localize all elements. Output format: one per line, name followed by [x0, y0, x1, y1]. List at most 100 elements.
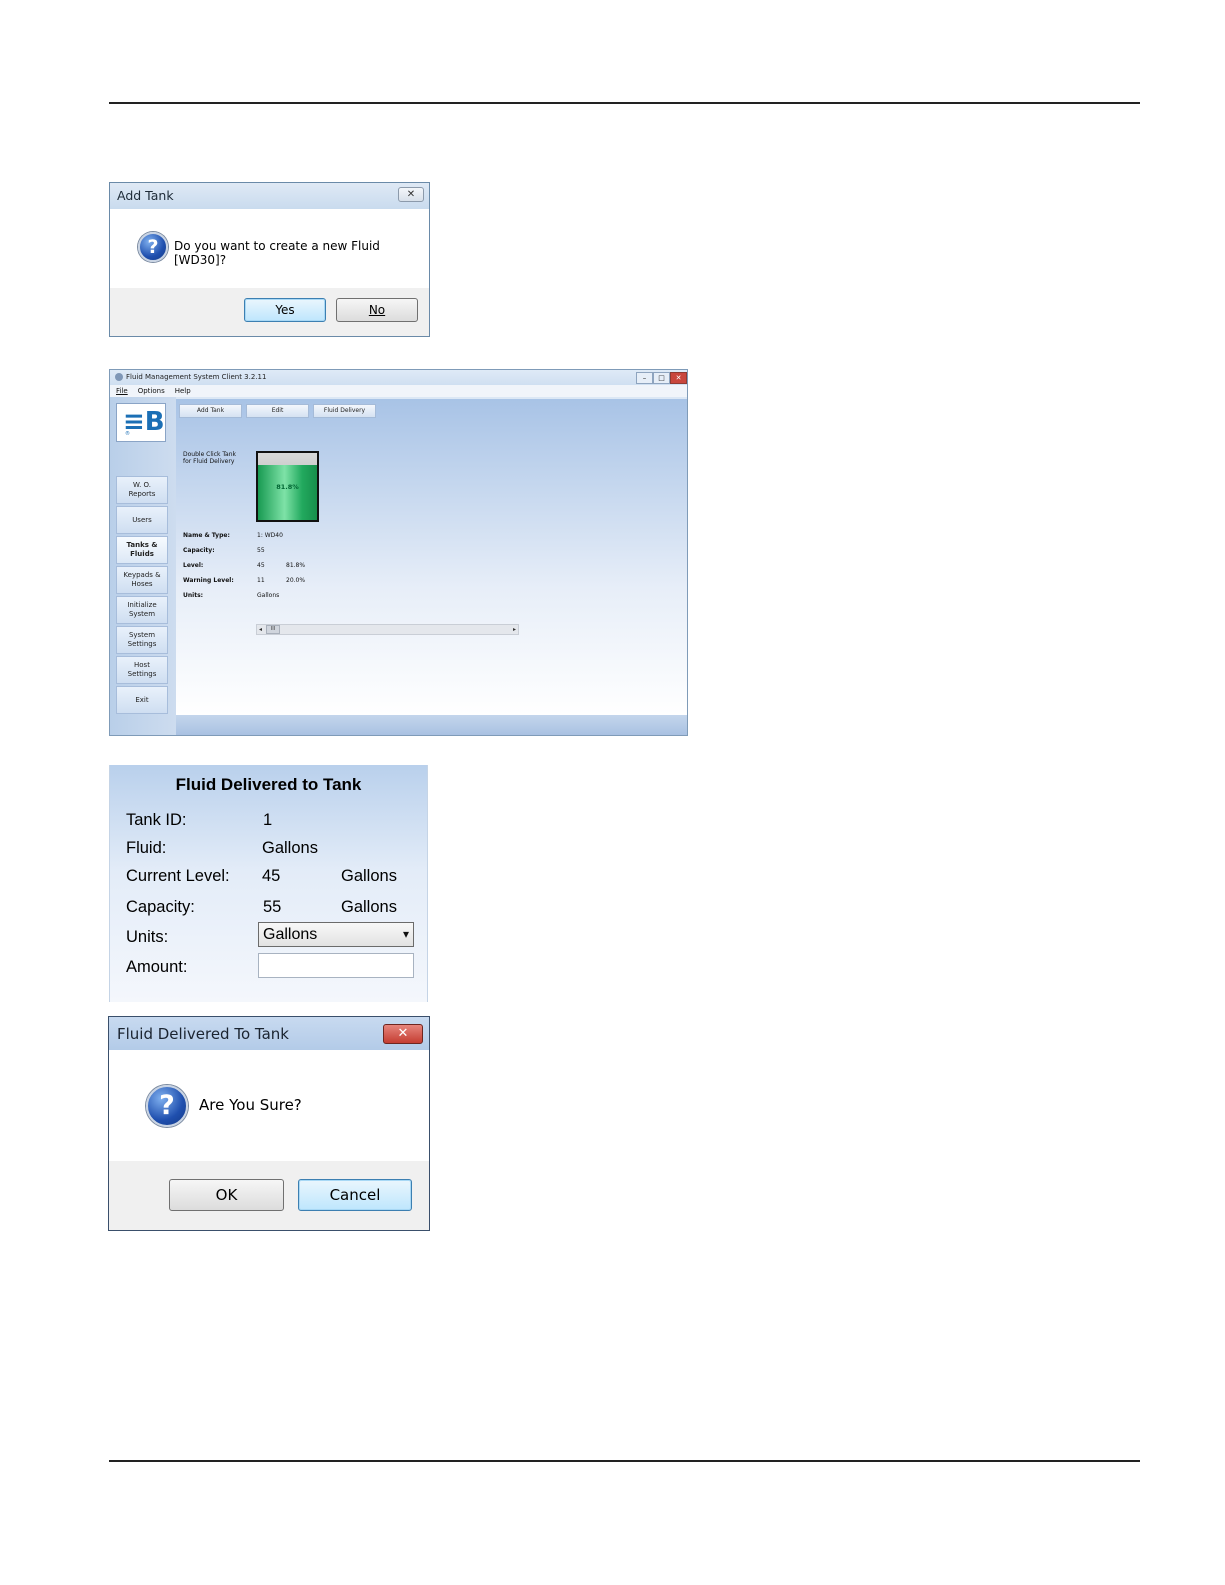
- units-selected: Gallons: [263, 926, 318, 943]
- question-icon: ?: [138, 232, 168, 262]
- fms-client-window: Fluid Management System Client 3.2.11 – …: [109, 369, 688, 736]
- level-percent: 81.8%: [286, 562, 306, 569]
- tank-id-label: Tank ID:: [126, 811, 187, 829]
- dialog-title: Fluid Delivered To Tank: [117, 1025, 289, 1043]
- minimize-button[interactable]: –: [636, 372, 653, 384]
- dialog-title: Add Tank: [117, 188, 174, 203]
- app-titlebar: Fluid Management System Client 3.2.11 – …: [110, 370, 687, 385]
- edit-label: Edit: [271, 407, 284, 414]
- yes-label: Yes: [275, 303, 295, 317]
- cancel-button[interactable]: Cancel: [298, 1179, 412, 1211]
- yes-button[interactable]: Yes: [244, 298, 326, 322]
- current-level-label: Current Level:: [126, 867, 230, 885]
- ok-button[interactable]: OK: [169, 1179, 284, 1211]
- window-controls: – □ ✕: [636, 372, 687, 384]
- menu-options[interactable]: Options: [138, 387, 165, 395]
- close-button[interactable]: ✕: [670, 372, 687, 384]
- nav-label: Keypads & Hoses: [123, 571, 161, 588]
- menu-file[interactable]: File: [116, 387, 128, 395]
- nav-users[interactable]: Users: [116, 506, 168, 534]
- capacity-unit: Gallons: [341, 898, 397, 916]
- footer-rule: [109, 1460, 1140, 1462]
- warning-level-value: 11: [257, 577, 265, 584]
- capacity-label: Capacity:: [183, 547, 215, 554]
- add-tank-label: Add Tank: [196, 407, 225, 414]
- nav-label: Users: [132, 515, 152, 524]
- capacity-value: 55: [263, 898, 282, 916]
- level-value: 45: [257, 562, 265, 569]
- nav-system-settings[interactable]: System Settings: [116, 626, 168, 654]
- tank-graphic[interactable]: 81.8%: [256, 451, 319, 522]
- nav-label: W. O. Reports: [128, 481, 156, 498]
- nav-label: System Settings: [127, 631, 157, 648]
- warning-level-label: Warning Level:: [183, 577, 234, 584]
- app-title: Fluid Management System Client 3.2.11: [126, 373, 267, 381]
- units-label: Units:: [126, 928, 169, 946]
- fluid-delivered-panel: Fluid Delivered to Tank Tank ID: 1 Fluid…: [109, 765, 428, 1002]
- level-label: Level:: [183, 562, 204, 569]
- add-tank-button[interactable]: Add Tank: [179, 404, 242, 418]
- name-type-label: Name & Type:: [183, 532, 230, 539]
- dialog-message: Do you want to create a new Fluid [WD30]…: [174, 239, 380, 267]
- horizontal-scrollbar[interactable]: ◂ III ▸: [256, 624, 519, 635]
- capacity-value: 55: [257, 547, 265, 554]
- ok-label: OK: [215, 1186, 238, 1204]
- name-type-value: 1: WD40: [257, 532, 283, 539]
- nav-initialize-system[interactable]: Initialize System: [116, 596, 168, 624]
- close-icon: ✕: [397, 1026, 409, 1041]
- scroll-right-arrow[interactable]: ▸: [513, 625, 516, 634]
- logo-registered: ®: [125, 431, 130, 437]
- menu-bar: File Options Help: [110, 385, 687, 397]
- scroll-left-arrow[interactable]: ◂: [259, 625, 262, 634]
- nav-label: Exit: [135, 695, 149, 704]
- cancel-label: Cancel: [329, 1186, 381, 1204]
- close-button[interactable]: ✕: [383, 1024, 423, 1044]
- panel-title: Fluid Delivered to Tank: [175, 775, 362, 794]
- tank-hint: Double Click Tank for Fluid Delivery: [183, 451, 236, 465]
- amount-input[interactable]: [258, 953, 414, 978]
- add-tank-dialog: Add Tank ✕ ? Do you want to create a new…: [109, 182, 430, 337]
- menu-help[interactable]: Help: [175, 387, 191, 395]
- edit-button[interactable]: Edit: [246, 404, 309, 418]
- capacity-label: Capacity:: [126, 898, 195, 916]
- dialog-button-bar: Yes No: [110, 288, 429, 336]
- units-label: Units:: [183, 592, 204, 599]
- units-dropdown[interactable]: Gallons ▾: [258, 922, 414, 947]
- question-glyph: ?: [147, 236, 159, 258]
- close-button[interactable]: ✕: [398, 187, 424, 202]
- sidebar: ≡B ® W. O. Reports Users Tanks & Fluids …: [110, 397, 176, 735]
- question-icon: ?: [146, 1085, 188, 1127]
- fluid-value: Gallons: [262, 839, 318, 857]
- question-glyph: ?: [159, 1090, 175, 1121]
- units-value: Gallons: [257, 592, 280, 599]
- tank-id-value: 1: [263, 811, 273, 829]
- nav-exit[interactable]: Exit: [116, 686, 168, 714]
- maximize-button[interactable]: □: [653, 372, 670, 384]
- tank-percent: 81.8%: [276, 483, 299, 491]
- chevron-down-icon: ▾: [402, 927, 409, 941]
- dialog-titlebar: Add Tank ✕: [110, 183, 429, 209]
- no-button[interactable]: No: [336, 298, 418, 322]
- fluid-label: Fluid:: [126, 839, 167, 857]
- close-icon: ✕: [406, 189, 416, 200]
- nav-label: Initialize System: [127, 601, 157, 618]
- nav-label: Host Settings: [127, 661, 157, 678]
- no-label: No: [368, 303, 386, 317]
- confirm-dialog: Fluid Delivered To Tank ✕ ? Are You Sure…: [108, 1016, 430, 1231]
- tank-fill-level: [258, 465, 317, 520]
- nav-tanks-fluids[interactable]: Tanks & Fluids: [116, 536, 168, 564]
- dialog-titlebar: Fluid Delivered To Tank ✕: [109, 1017, 429, 1050]
- company-logo: ≡B ®: [116, 403, 166, 442]
- status-bar: [176, 715, 687, 735]
- current-level-unit: Gallons: [341, 867, 397, 885]
- fluid-delivery-label: Fluid Delivery: [323, 407, 366, 414]
- current-level-value: 45: [262, 867, 281, 885]
- app-icon: [115, 373, 123, 381]
- nav-keypads-hoses[interactable]: Keypads & Hoses: [116, 566, 168, 594]
- nav-wo-reports[interactable]: W. O. Reports: [116, 476, 168, 504]
- dialog-message: Are You Sure?: [199, 1096, 302, 1114]
- warning-level-percent: 20.0%: [286, 577, 306, 584]
- nav-host-settings[interactable]: Host Settings: [116, 656, 168, 684]
- fluid-delivery-button[interactable]: Fluid Delivery: [313, 404, 376, 418]
- scroll-thumb[interactable]: III: [266, 625, 280, 634]
